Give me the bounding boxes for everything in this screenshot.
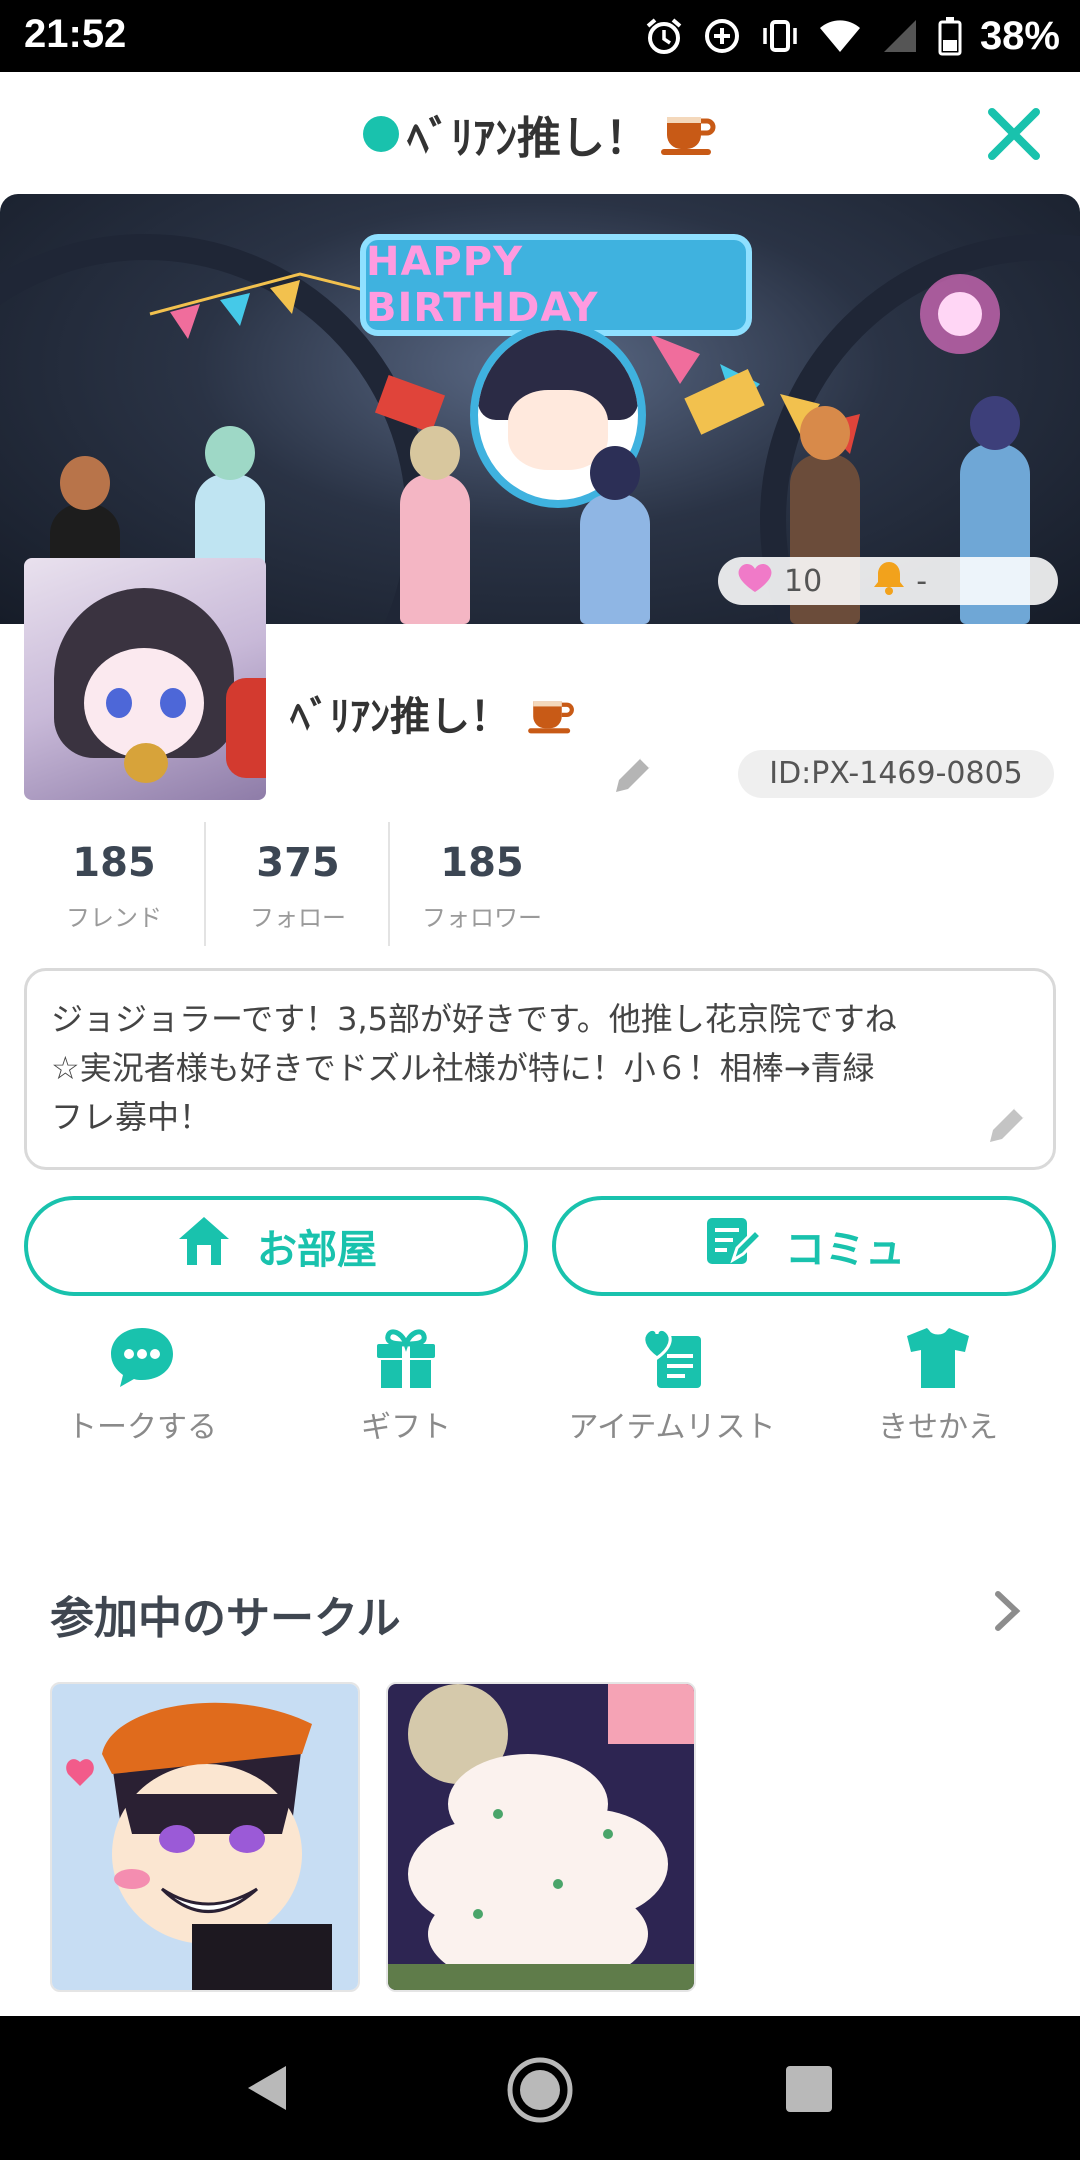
profile-username: ﾍﾞﾘｱﾝ推し！ bbox=[290, 684, 576, 745]
dressup-menu-item[interactable]: きせかえ bbox=[818, 1322, 1058, 1445]
nav-home-button[interactable] bbox=[506, 2056, 574, 2128]
battery-icon bbox=[938, 16, 962, 56]
happy-birthday-ribbon: HAPPY BIRTHDAY bbox=[360, 234, 752, 336]
count-value: 375 bbox=[256, 840, 340, 886]
wifi-icon bbox=[818, 16, 862, 56]
chat-bubble-icon bbox=[107, 1322, 177, 1392]
system-nav-bar bbox=[0, 2016, 1080, 2160]
tshirt-icon bbox=[903, 1322, 973, 1392]
back-triangle-icon bbox=[248, 2066, 286, 2110]
follow-count[interactable]: 375 フォロー bbox=[206, 822, 390, 946]
online-status-dot bbox=[363, 116, 399, 152]
circles-section-title: 参加中のサークル bbox=[50, 1593, 401, 1644]
circle-card[interactable] bbox=[386, 1682, 696, 1992]
profile-avatar[interactable] bbox=[24, 558, 266, 800]
alarm-icon bbox=[644, 16, 684, 56]
circles-more-button[interactable] bbox=[990, 1588, 1026, 1634]
character-figure bbox=[580, 446, 650, 624]
bio-line: ☆実況者様も好きでドズル社様が特に！小６！相棒→青緑 bbox=[51, 1049, 875, 1087]
chevron-right-icon bbox=[995, 1591, 1021, 1631]
talk-menu-item[interactable]: トークする bbox=[22, 1322, 262, 1445]
status-icons: 38% bbox=[644, 10, 1060, 62]
item-list-icon bbox=[637, 1322, 707, 1392]
menu-label: アイテムリスト bbox=[568, 1410, 776, 1445]
signal-icon bbox=[880, 16, 920, 56]
room-button[interactable]: お部屋 bbox=[24, 1196, 528, 1296]
nav-recents-button[interactable] bbox=[786, 2066, 832, 2112]
follow-counts: 185 フレンド 375 フォロー 185 フォロワー bbox=[0, 822, 580, 946]
edit-bio-button[interactable] bbox=[984, 1102, 1030, 1148]
bio-line: ジョジョラーです！3,5部が好きです。他推し花京院ですね bbox=[51, 1000, 897, 1038]
close-icon bbox=[988, 108, 1040, 160]
title-bar: ﾍﾞﾘｱﾝ推し！ bbox=[0, 72, 1080, 194]
circle-thumbnail-art bbox=[52, 1684, 358, 1990]
nav-back-button[interactable] bbox=[244, 2062, 290, 2118]
menu-label: ギフト bbox=[361, 1410, 451, 1445]
community-button[interactable]: コミュ bbox=[552, 1196, 1056, 1296]
circle-card[interactable] bbox=[50, 1682, 360, 1992]
like-count: 10 bbox=[784, 563, 823, 599]
username-text: ﾍﾞﾘｱﾝ推し！ bbox=[290, 694, 510, 740]
pencil-icon bbox=[990, 1106, 1026, 1142]
follower-count[interactable]: 185 フォロワー bbox=[390, 822, 574, 946]
community-button-label: コミュ bbox=[785, 1227, 905, 1273]
heart-icon bbox=[736, 560, 774, 602]
count-value: 185 bbox=[72, 840, 156, 886]
data-saver-icon bbox=[702, 16, 742, 56]
circle-thumbnail-art bbox=[388, 1684, 694, 1990]
coffee-cup-icon bbox=[524, 693, 576, 745]
gift-icon bbox=[371, 1322, 441, 1392]
count-label: フォロワー bbox=[422, 904, 542, 932]
header-title-group: ﾍﾞﾘｱﾝ推し！ bbox=[0, 102, 1080, 166]
banner-stats-pill: 10 - bbox=[718, 557, 1058, 605]
status-bar: 21:52 38% bbox=[0, 0, 1080, 72]
edit-name-button[interactable] bbox=[610, 752, 656, 798]
menu-label: トークする bbox=[67, 1410, 217, 1445]
battery-percent: 38% bbox=[979, 13, 1060, 58]
character-figure bbox=[400, 426, 470, 624]
page-title: ﾍﾞﾘｱﾝ推し！ bbox=[407, 113, 649, 164]
gift-menu-item[interactable]: ギフト bbox=[286, 1322, 526, 1445]
menu-label: きせかえ bbox=[878, 1410, 998, 1445]
vibrate-icon bbox=[760, 16, 800, 56]
pencil-icon bbox=[616, 756, 652, 792]
house-icon bbox=[175, 1213, 233, 1279]
count-value: 185 bbox=[440, 840, 524, 886]
bio-line: フレ募中！ bbox=[51, 1098, 212, 1136]
profile-bio: ジョジョラーです！3,5部が好きです。他推し花京院ですね ☆実況者様も好きでドズ… bbox=[24, 968, 1056, 1170]
count-label: フォロー bbox=[250, 904, 346, 932]
bell-count: - bbox=[916, 563, 928, 599]
item-list-menu-item[interactable]: アイテムリスト bbox=[552, 1322, 792, 1445]
room-button-label: お部屋 bbox=[257, 1227, 377, 1273]
bell-icon bbox=[872, 559, 906, 603]
home-circle-icon bbox=[507, 2057, 573, 2123]
status-time: 21:52 bbox=[24, 12, 127, 56]
friend-count[interactable]: 185 フレンド bbox=[22, 822, 206, 946]
coffee-cup-icon bbox=[657, 107, 717, 161]
close-button[interactable] bbox=[984, 104, 1044, 164]
count-label: フレンド bbox=[66, 904, 162, 932]
user-id-badge: ID:PX-1469-0805 bbox=[738, 750, 1054, 798]
community-edit-icon bbox=[703, 1212, 764, 1280]
